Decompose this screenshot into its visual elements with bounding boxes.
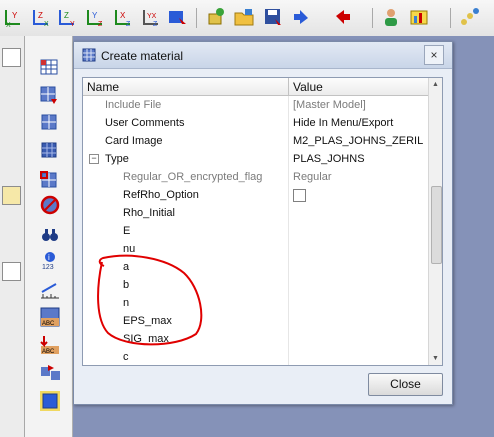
axis-yx-icon[interactable]: YX — [2, 6, 24, 28]
axis-zx-icon[interactable]: ZX — [30, 6, 52, 28]
main-toolbar: YX ZX ZY YZ XZ YX Z — [0, 0, 494, 37]
table-row[interactable]: E — [83, 222, 429, 240]
dialog-title: Create material — [101, 49, 184, 63]
strip-tool-box[interactable] — [2, 186, 21, 205]
table-row[interactable]: − Type PLAS_JOHNS — [83, 150, 429, 168]
info-icon[interactable]: i 123 — [39, 248, 61, 270]
transfer-icon[interactable] — [39, 362, 61, 384]
abc-grid-icon[interactable]: ABC — [39, 306, 61, 328]
abc-arrow-icon[interactable]: ABC — [39, 334, 61, 356]
table-row[interactable]: c — [83, 348, 429, 365]
table-row[interactable]: Regular_OR_encrypted_flag Regular — [83, 168, 429, 186]
dialog-title-bar[interactable]: Create material × — [74, 42, 452, 69]
table-row[interactable]: n — [83, 294, 429, 312]
table-row[interactable]: SIG_max — [83, 330, 429, 348]
strip-collapse-box[interactable] — [2, 48, 21, 67]
svg-text:X: X — [44, 21, 49, 28]
svg-text:Z: Z — [153, 21, 158, 28]
table-row[interactable]: a — [83, 258, 429, 276]
svg-text:Z: Z — [98, 21, 103, 28]
table-row[interactable]: nu — [83, 240, 429, 258]
header-name[interactable]: Name — [87, 80, 119, 94]
chart-icon[interactable] — [408, 6, 430, 28]
abc-label-1: ABC — [42, 321, 55, 327]
select-box-icon[interactable] — [39, 390, 61, 412]
material-grid-icon — [82, 48, 96, 62]
header-value[interactable]: Value — [293, 80, 323, 94]
axis-zy-icon[interactable]: ZY — [56, 6, 78, 28]
grid-icon[interactable] — [39, 112, 61, 134]
collapse-icon[interactable]: − — [89, 154, 99, 164]
create-material-dialog: Create material × Name Value Include Fil… — [73, 41, 453, 405]
table-row[interactable]: Card Image M2_PLAS_JOHNS_ZERIL — [83, 132, 429, 150]
table-row[interactable]: b — [83, 276, 429, 294]
table-row[interactable]: Rho_Initial — [83, 204, 429, 222]
count-label: 123 — [42, 264, 54, 270]
table-row[interactable]: User Comments Hide In Menu/Export — [83, 114, 429, 132]
tool-icon[interactable] — [205, 6, 227, 28]
grid-solid-icon[interactable] — [39, 140, 61, 162]
svg-text:Z: Z — [38, 11, 43, 20]
refrho-option-checkbox[interactable] — [293, 189, 306, 202]
close-button[interactable]: Close — [368, 373, 443, 396]
left-panel-strip — [0, 36, 25, 437]
svg-text:i: i — [48, 253, 50, 262]
svg-text:X: X — [6, 22, 11, 28]
layers-icon[interactable] — [458, 6, 480, 28]
user-icon[interactable] — [380, 6, 402, 28]
redo-icon[interactable] — [330, 6, 352, 28]
table-row[interactable]: Include File [Master Model] — [83, 96, 429, 114]
grid-header: Name Value — [83, 78, 429, 96]
svg-text:Y: Y — [92, 11, 98, 20]
grid-red-arrow-icon[interactable] — [39, 84, 61, 106]
view-icon[interactable] — [166, 6, 188, 28]
scroll-down-icon[interactable]: ▼ — [431, 354, 440, 363]
left-toolbar: i 123 ABC ABC — [25, 36, 73, 437]
folder-open-icon[interactable] — [233, 6, 255, 28]
svg-text:YX: YX — [147, 13, 157, 20]
svg-text:X: X — [120, 11, 126, 20]
table-row[interactable]: RefRho_Option — [83, 186, 429, 204]
axis-yz-icon[interactable]: XZ — [112, 6, 134, 28]
save-icon[interactable] — [262, 6, 284, 28]
abc-label-2: ABC — [42, 349, 55, 355]
svg-text:Y: Y — [70, 21, 75, 28]
grid-red-mark-icon[interactable] — [39, 170, 61, 192]
strip-empty-box[interactable] — [2, 262, 21, 281]
grid-scrollbar[interactable]: ▲ ▼ — [428, 78, 442, 365]
axis-xyz-icon[interactable]: YXZ — [140, 6, 162, 28]
binoculars-icon[interactable] — [39, 224, 61, 246]
material-properties-grid: Name Value Include File [Master Model] U… — [82, 77, 443, 366]
axis-xz-icon[interactable]: YZ — [84, 6, 106, 28]
table-row[interactable]: EPS_max — [83, 312, 429, 330]
close-icon[interactable]: × — [424, 45, 444, 65]
scroll-up-icon[interactable]: ▲ — [431, 80, 440, 89]
svg-text:Y: Y — [12, 11, 18, 20]
svg-text:Z: Z — [126, 21, 131, 28]
element-table-icon[interactable] — [39, 56, 61, 78]
undo-icon[interactable] — [292, 6, 314, 28]
scrollbar-thumb[interactable] — [431, 186, 442, 264]
ruler-icon[interactable] — [39, 280, 61, 302]
no-entry-grid-icon[interactable] — [39, 194, 61, 216]
svg-text:Z: Z — [64, 11, 69, 20]
